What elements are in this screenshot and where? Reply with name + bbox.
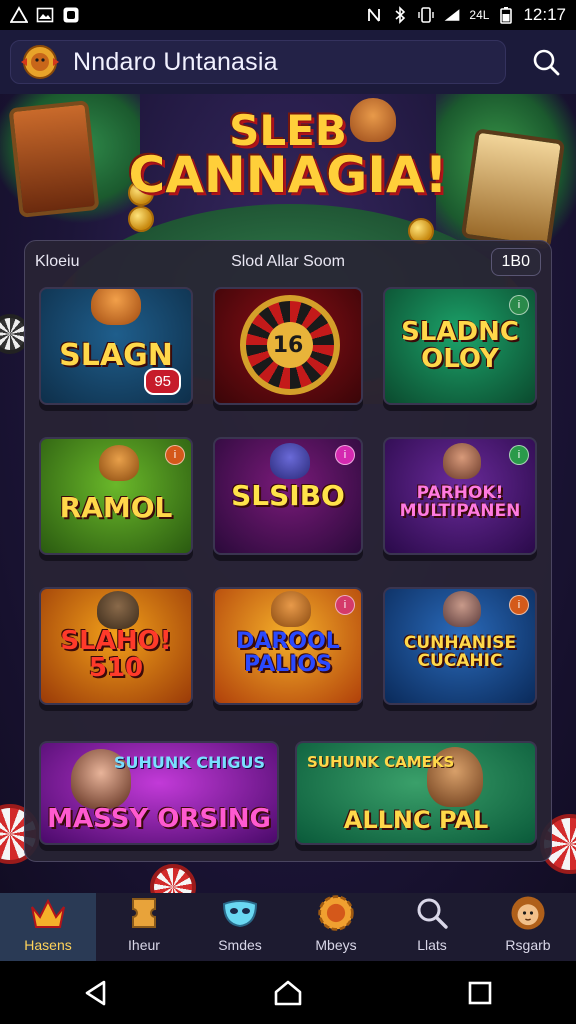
app-icon (62, 6, 80, 24)
tile-badge: 95 (144, 368, 181, 395)
info-icon[interactable]: i (509, 595, 529, 615)
tile-title: SLSIBO (231, 479, 345, 513)
crown-icon (28, 893, 68, 933)
home-icon (274, 980, 302, 1005)
game-tile-ramol[interactable]: i RAMOL (39, 437, 193, 555)
game-tile-slagn[interactable]: SLAGN 95 (39, 287, 193, 405)
tile-subtitle: SUHUNK CHIGUS (114, 753, 265, 772)
game-tile-cunhanise[interactable]: i CUNHANISE CUCAHIC (383, 587, 537, 705)
game-tile-slsibo[interactable]: i SLSIBO (213, 437, 363, 555)
nfc-icon (365, 6, 383, 24)
tile-title: SLADNC OLOY (401, 316, 519, 374)
nav-item-llats[interactable]: Llats (384, 893, 480, 961)
lady-character (443, 443, 481, 479)
coin-icon (128, 206, 154, 232)
lion-character (271, 591, 311, 627)
search-icon (533, 49, 560, 76)
status-icons-right: 24L 12:1​7 (365, 5, 566, 25)
vibrate-icon (417, 6, 435, 24)
game-tile-allnc-pal[interactable]: SUHUNK CAMEKS ALLNC PAL (295, 741, 537, 845)
info-icon[interactable]: i (509, 295, 529, 315)
hero-title-line2: CANNAGIA! (128, 146, 448, 204)
battery-icon (497, 6, 515, 24)
bottom-navigation: Hasens Iheur Smdes Mbeys Llats Rsgarb (0, 893, 576, 961)
lady-character (443, 591, 481, 627)
warning-icon (10, 6, 28, 24)
nav-label: Hasens (24, 937, 72, 953)
tile-title: MASSY ORSING (47, 803, 271, 834)
app-title: Nndaro Untanasia (73, 47, 278, 76)
cat-character (91, 289, 141, 325)
wolf-character (270, 443, 310, 479)
info-icon[interactable]: i (509, 445, 529, 465)
mask-icon (220, 893, 260, 933)
status-icons-left (10, 6, 80, 24)
system-navigation (0, 961, 576, 1024)
nav-item-smdes[interactable]: Smdes (192, 893, 288, 961)
tile-title: 16 (272, 333, 304, 359)
nav-label: Smdes (218, 937, 262, 953)
tile-title: SLAHO! 510 (60, 625, 172, 683)
nav-item-mbeys[interactable]: Mbeys (288, 893, 384, 961)
bluetooth-icon (391, 6, 409, 24)
game-tile-sladnc-oloy[interactable]: i SLADNC OLOY (383, 287, 537, 405)
home-button[interactable] (268, 973, 308, 1013)
nav-label: Iheur (128, 937, 160, 953)
info-icon[interactable]: i (165, 445, 185, 465)
tile-subtitle: SUHUNK CAMEKS (307, 753, 455, 771)
gear-coin-icon (316, 893, 356, 933)
signal-icon (443, 6, 461, 24)
panel-count-badge[interactable]: 1B0 (490, 248, 541, 276)
panel-title: Slod Allar Soom (231, 253, 345, 270)
image-icon (36, 6, 54, 24)
tile-title: ALLNC PAL (343, 805, 489, 834)
back-button[interactable] (76, 973, 116, 1013)
nav-label: Mbeys (315, 937, 357, 953)
game-tile-parhok-multipanen[interactable]: i PARHOK! MULTIPANEN (383, 437, 537, 555)
game-tile-roulette[interactable]: 16 (213, 287, 363, 405)
title-bar-field[interactable]: Nndaro Untanasia (10, 40, 506, 84)
games-panel: Kloeiu Slod Allar Soom 1B0 SLAGN 95 16 i… (24, 240, 552, 862)
recents-icon (468, 981, 492, 1004)
status-bar: 24L 12:1​7 (0, 0, 576, 30)
search-button[interactable] (526, 42, 566, 82)
clock: 12:1​7 (523, 5, 566, 24)
ticket-icon (124, 893, 164, 933)
tile-title: PARHOK! MULTIPANEN (399, 483, 521, 521)
game-tile-massy-orsing[interactable]: SUHUNK CHIGUS MASSY ORSING (39, 741, 279, 845)
nav-item-iheur[interactable]: Iheur (96, 893, 192, 961)
nav-label: Llats (417, 937, 447, 953)
game-tile-darool-palios[interactable]: i DAROOL PALIOS (213, 587, 363, 705)
app-bar: Nndaro Untanasia (0, 30, 576, 94)
tile-title: DAROOL PALIOS (236, 628, 340, 677)
dog-character (99, 445, 139, 481)
back-icon (85, 980, 106, 1005)
game-tile-slaho[interactable]: SLAHO! 510 (39, 587, 193, 705)
network-label: 24L (469, 8, 490, 22)
poker-chip (150, 864, 196, 894)
nav-item-rsgarb[interactable]: Rsgarb (480, 893, 576, 961)
lion-logo-icon[interactable] (17, 42, 63, 82)
dog-character (97, 591, 139, 629)
nav-item-hasens[interactable]: Hasens (0, 893, 96, 961)
panel-header: Kloeiu Slod Allar Soom 1B0 (35, 245, 541, 279)
search-icon (412, 893, 452, 933)
recents-button[interactable] (460, 973, 500, 1013)
lion-icon (508, 893, 548, 933)
nav-label: Rsgarb (505, 937, 551, 953)
tile-title: RAMOL (59, 491, 173, 525)
info-icon[interactable]: i (335, 595, 355, 615)
info-icon[interactable]: i (335, 445, 355, 465)
panel-left-label[interactable]: Kloeiu (35, 253, 79, 271)
tile-title: CUNHANISE CUCAHIC (403, 633, 517, 671)
